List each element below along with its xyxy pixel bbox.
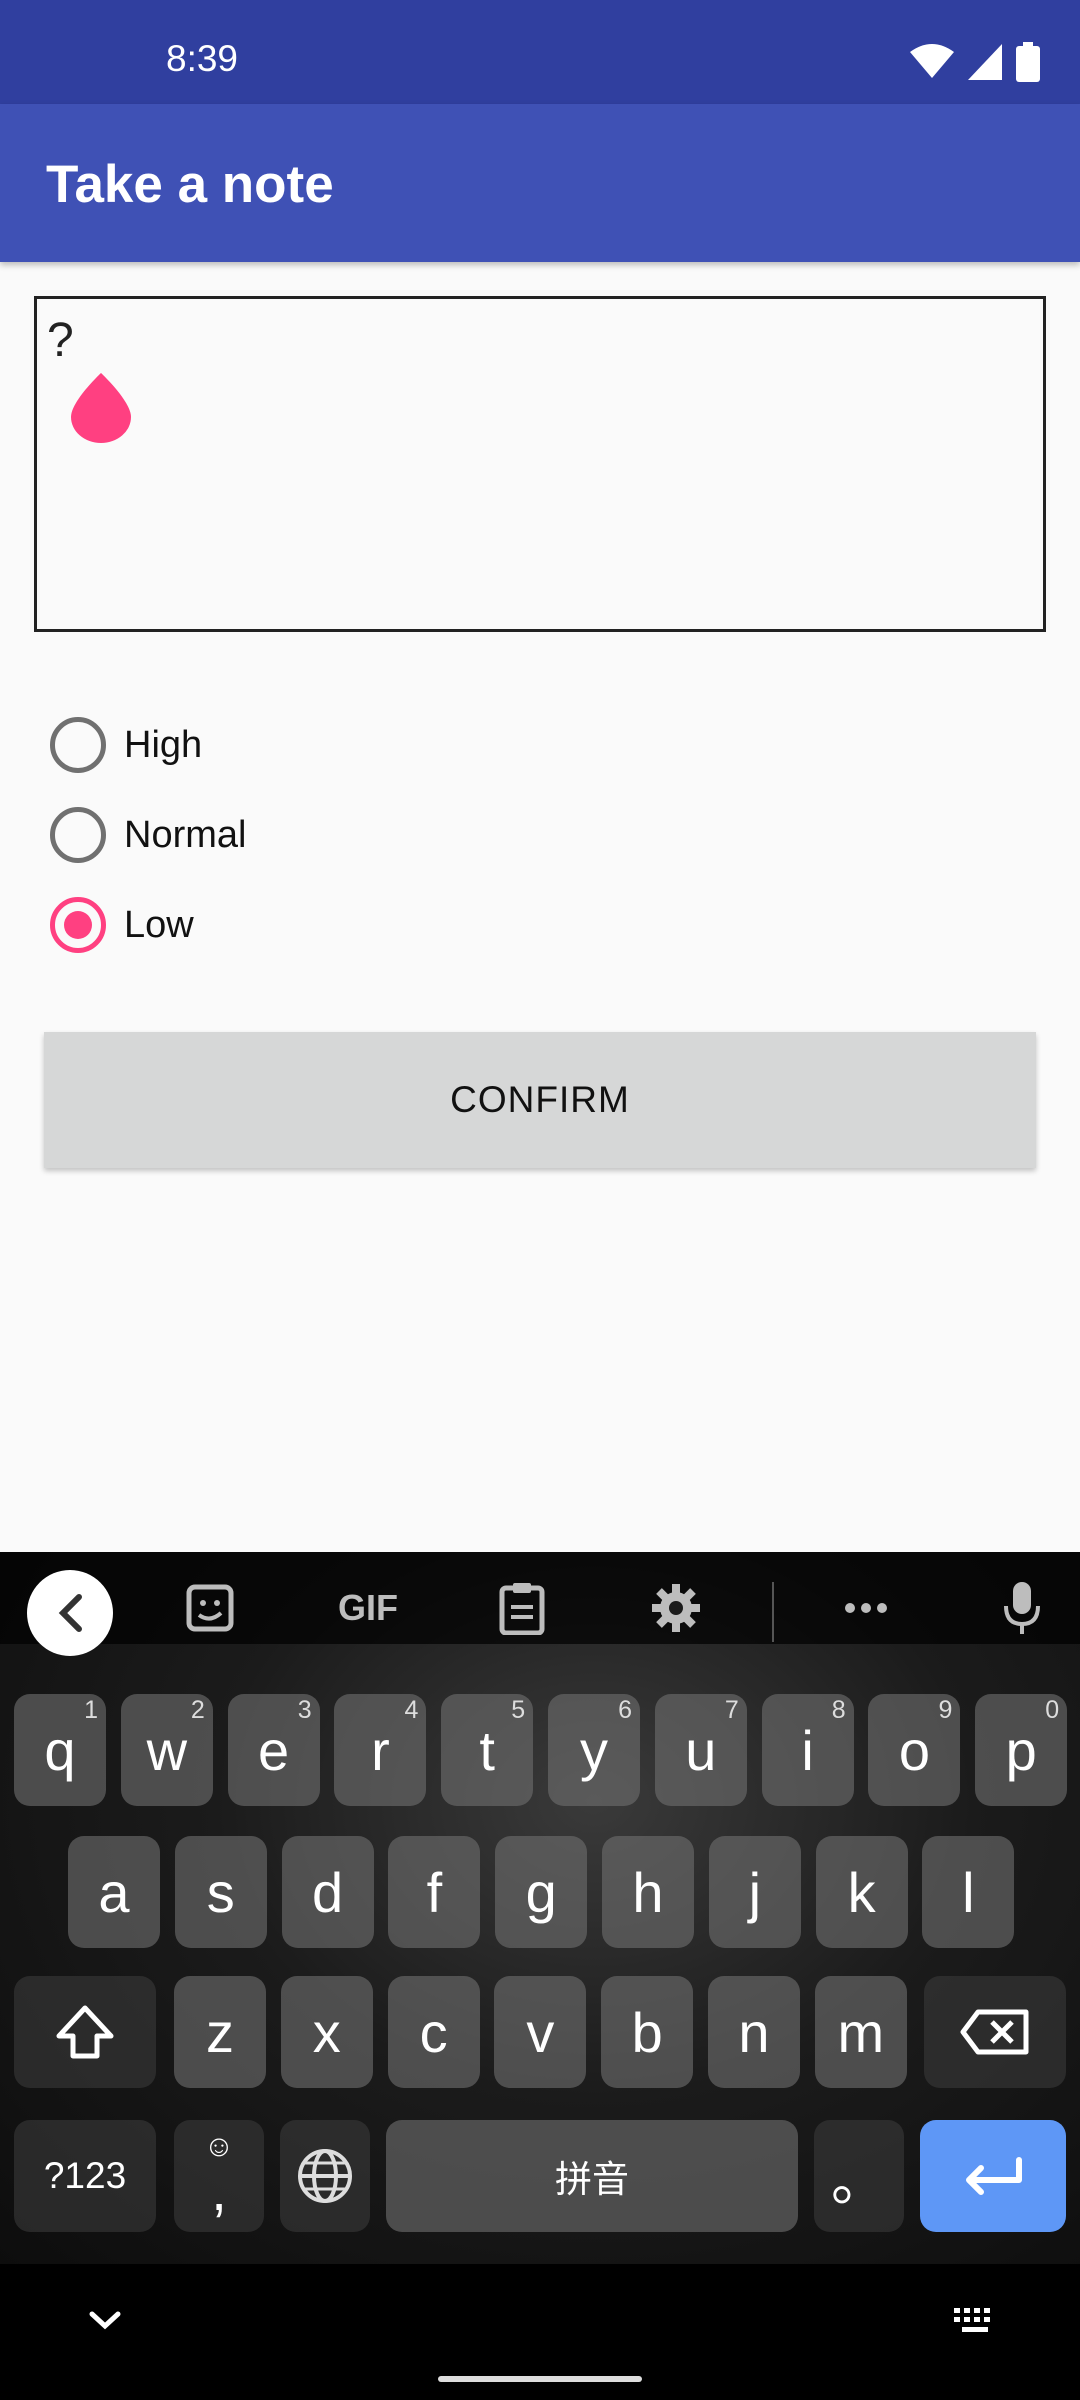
radio-button[interactable]: [50, 807, 106, 863]
key-label: p: [1005, 1718, 1037, 1782]
wifi-icon: [910, 44, 954, 78]
clipboard-icon[interactable]: [492, 1578, 552, 1638]
radio-label: High: [124, 723, 203, 766]
key-m[interactable]: m: [814, 1976, 907, 2088]
key-number-hint: 5: [511, 1696, 526, 1724]
key-o[interactable]: o9: [868, 1694, 961, 1806]
comma-emoji-key[interactable]: ☺ ,: [174, 2120, 264, 2232]
enter-arrow-icon: [966, 2157, 1022, 2195]
key-label: i: [801, 1718, 814, 1782]
battery-icon: [1016, 42, 1040, 82]
key-label: u: [685, 1718, 717, 1782]
cellular-signal-icon: [968, 44, 1002, 80]
key-g[interactable]: g: [495, 1836, 588, 1948]
space-key[interactable]: 拼音: [386, 2120, 798, 2232]
key-e[interactable]: e3: [227, 1694, 320, 1806]
key-label: r: [371, 1718, 390, 1782]
key-number-hint: 6: [618, 1696, 632, 1724]
key-w[interactable]: w2: [120, 1694, 213, 1806]
shift-key[interactable]: [14, 1976, 156, 2088]
more-options-icon[interactable]: [836, 1578, 896, 1638]
backspace-icon: [960, 2009, 1029, 2055]
status-time: 8:39: [166, 38, 239, 79]
key-f[interactable]: f: [388, 1836, 481, 1948]
sticker-icon[interactable]: [180, 1578, 240, 1638]
key-y[interactable]: y6: [548, 1694, 640, 1806]
status-bar: 8:39: [0, 0, 1080, 104]
chevron-down-icon[interactable]: [88, 2308, 122, 2332]
key-label: o: [898, 1718, 930, 1782]
microphone-icon[interactable]: [992, 1578, 1052, 1638]
home-gesture-bar[interactable]: [438, 2376, 642, 2382]
language-key[interactable]: [280, 2120, 370, 2232]
radio-option-low[interactable]: Low: [50, 880, 246, 970]
radio-button[interactable]: [50, 717, 106, 773]
symbols-key[interactable]: ?123: [14, 2120, 156, 2232]
chevron-left-icon: [58, 1594, 82, 1632]
keyboard-collapse-button[interactable]: [27, 1570, 113, 1656]
soft-keyboard: GIF ?123 ☺ , 拼音 。 q1w2e3r4t5y6u7i8o9p0as…: [0, 1552, 1080, 2264]
key-u[interactable]: u7: [654, 1694, 747, 1806]
radio-label: Normal: [124, 813, 247, 856]
app-bar: Take a note: [0, 104, 1080, 262]
key-label: q: [44, 1718, 76, 1782]
comma-label: ,: [211, 2159, 227, 2222]
keyboard-switch-icon[interactable]: [952, 2306, 998, 2336]
key-z[interactable]: z: [174, 1976, 266, 2088]
key-number-hint: 1: [84, 1696, 98, 1724]
key-l[interactable]: l: [922, 1836, 1015, 1948]
key-label: w: [146, 1718, 188, 1782]
settings-gear-icon[interactable]: [646, 1578, 706, 1638]
period-key[interactable]: 。: [814, 2120, 904, 2232]
key-a[interactable]: a: [68, 1836, 160, 1948]
status-icons: [910, 42, 1040, 82]
radio-label: Low: [124, 903, 194, 946]
key-label: e: [258, 1718, 290, 1782]
key-number-hint: 3: [297, 1696, 312, 1724]
key-n[interactable]: n: [708, 1976, 800, 2088]
key-c[interactable]: c: [387, 1976, 480, 2088]
key-r[interactable]: r4: [334, 1694, 427, 1806]
confirm-button[interactable]: CONFIRM: [44, 1032, 1036, 1168]
key-x[interactable]: x: [280, 1976, 373, 2088]
key-t[interactable]: t5: [441, 1694, 534, 1806]
navigation-bar: [0, 2264, 1080, 2400]
key-q[interactable]: q1: [14, 1694, 106, 1806]
key-b[interactable]: b: [601, 1976, 694, 2088]
key-number-hint: 4: [404, 1696, 419, 1724]
key-p[interactable]: p0: [975, 1694, 1068, 1806]
toolbar-divider: [772, 1582, 774, 1642]
key-j[interactable]: j: [708, 1836, 801, 1948]
key-s[interactable]: s: [174, 1836, 267, 1948]
key-label: y: [580, 1718, 608, 1782]
enter-key[interactable]: [920, 2120, 1066, 2232]
key-label: t: [479, 1718, 495, 1782]
gif-button[interactable]: GIF: [328, 1578, 408, 1638]
radio-option-normal[interactable]: Normal: [50, 790, 246, 880]
backspace-key[interactable]: [924, 1976, 1066, 2088]
radio-option-high[interactable]: High: [50, 700, 246, 790]
globe-icon: [298, 2149, 352, 2203]
text-cursor-handle-icon[interactable]: [71, 373, 131, 443]
key-i[interactable]: i8: [761, 1694, 854, 1806]
key-number-hint: 7: [724, 1696, 739, 1724]
key-k[interactable]: k: [815, 1836, 908, 1948]
key-h[interactable]: h: [602, 1836, 694, 1948]
radio-button-selected[interactable]: [50, 897, 106, 953]
shift-arrow-icon: [56, 2005, 114, 2059]
note-input-text: ?: [47, 314, 74, 367]
key-d[interactable]: d: [281, 1836, 374, 1948]
page-title: Take a note: [46, 155, 334, 214]
key-v[interactable]: v: [494, 1976, 587, 2088]
key-number-hint: 9: [938, 1696, 953, 1724]
key-number-hint: 8: [831, 1696, 846, 1724]
note-input[interactable]: ?: [34, 296, 1046, 632]
key-number-hint: 0: [1045, 1696, 1060, 1724]
priority-radio-group: High Normal Low: [50, 700, 246, 970]
key-number-hint: 2: [190, 1696, 205, 1724]
